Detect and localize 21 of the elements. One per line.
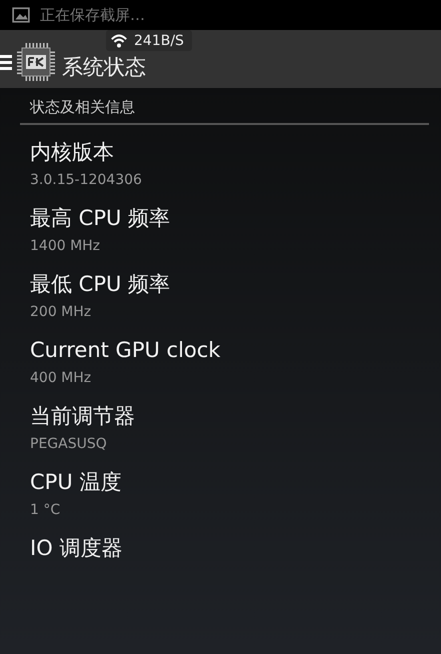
section-header: 状态及相关信息 <box>28 97 136 118</box>
speed-text: 241B/S <box>134 32 184 48</box>
notification-text: 正在保存截屏… <box>40 6 145 24</box>
item-title[interactable]: 当前调节器 <box>30 401 419 431</box>
item-title[interactable]: IO 调度器 <box>30 533 419 563</box>
chip-icon <box>16 42 56 82</box>
item-title[interactable]: 最低 CPU 频率 <box>30 269 419 299</box>
image-icon <box>12 6 30 24</box>
wifi-icon <box>110 32 128 50</box>
item-title[interactable]: 内核版本 <box>30 137 419 167</box>
item-value: 400 MHz <box>30 369 92 388</box>
item-value: 1 °C <box>30 501 62 520</box>
item-title[interactable]: 最高 CPU 频率 <box>30 203 419 233</box>
item-title[interactable]: CPU 温度 <box>30 467 419 497</box>
item-title[interactable]: Current GPU clock <box>30 335 419 365</box>
item-value: 200 MHz <box>30 303 92 322</box>
menu-icon[interactable] <box>0 52 12 72</box>
item-value: 3.0.15-1204306 <box>30 171 143 190</box>
item-value: 1400 MHz <box>30 237 102 256</box>
item-value: PEGASUSQ <box>30 435 108 454</box>
screen-title: 系统状态 <box>62 54 146 81</box>
